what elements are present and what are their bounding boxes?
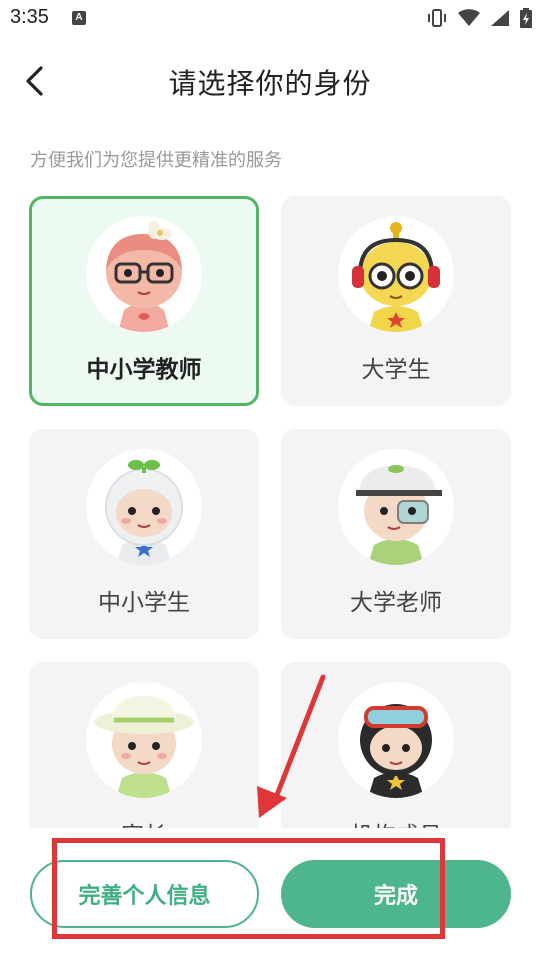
role-card-college-student[interactable]: 大学生 <box>281 196 511 406</box>
status-bar: 3:35 A <box>0 0 540 38</box>
role-label: 家长 <box>29 816 259 828</box>
complete-profile-button[interactable]: 完善个人信息 <box>30 860 259 928</box>
notification-a-icon: A <box>72 11 86 25</box>
header: 请选择你的身份 <box>0 40 540 120</box>
vibrate-icon <box>428 9 446 27</box>
teacher-avatar-icon <box>86 216 202 332</box>
wifi-icon <box>458 9 480 26</box>
role-label: 机构成员 <box>281 816 511 828</box>
done-button[interactable]: 完成 <box>281 860 511 928</box>
battery-icon <box>520 8 532 28</box>
role-label: 中小学教师 <box>86 357 202 383</box>
role-card-primary-student[interactable]: 中小学生 <box>29 429 259 639</box>
status-time: 3:35 <box>10 6 49 28</box>
parent-avatar-icon <box>86 682 202 798</box>
institution-member-avatar-icon <box>338 682 454 798</box>
role-card-primary-teacher[interactable]: 中小学教师 <box>29 196 259 406</box>
student-avatar-icon <box>86 449 202 565</box>
role-selection-screen: 3:35 A 请选择你的身份 方便我们为您提供更精准的服务 中小学教师 大学生 … <box>0 0 540 960</box>
professor-avatar-icon <box>338 449 454 565</box>
bottom-action-bar: 完善个人信息 完成 <box>0 828 540 960</box>
role-card-institution-member[interactable]: 机构成员 <box>281 662 511 828</box>
role-label: 大学生 <box>361 357 431 383</box>
role-label: 中小学生 <box>98 590 190 616</box>
signal-icon <box>491 10 509 26</box>
role-grid: 中小学教师 大学生 中小学生 大学老师 <box>0 190 540 828</box>
page-title: 请选择你的身份 <box>168 67 372 100</box>
role-label: 大学老师 <box>350 590 442 616</box>
subtitle: 方便我们为您提供更精准的服务 <box>30 150 282 171</box>
status-icons <box>426 8 532 28</box>
college-student-avatar-icon <box>338 216 454 332</box>
role-card-university-teacher[interactable]: 大学老师 <box>281 429 511 639</box>
role-card-parent[interactable]: 家长 <box>29 662 259 828</box>
